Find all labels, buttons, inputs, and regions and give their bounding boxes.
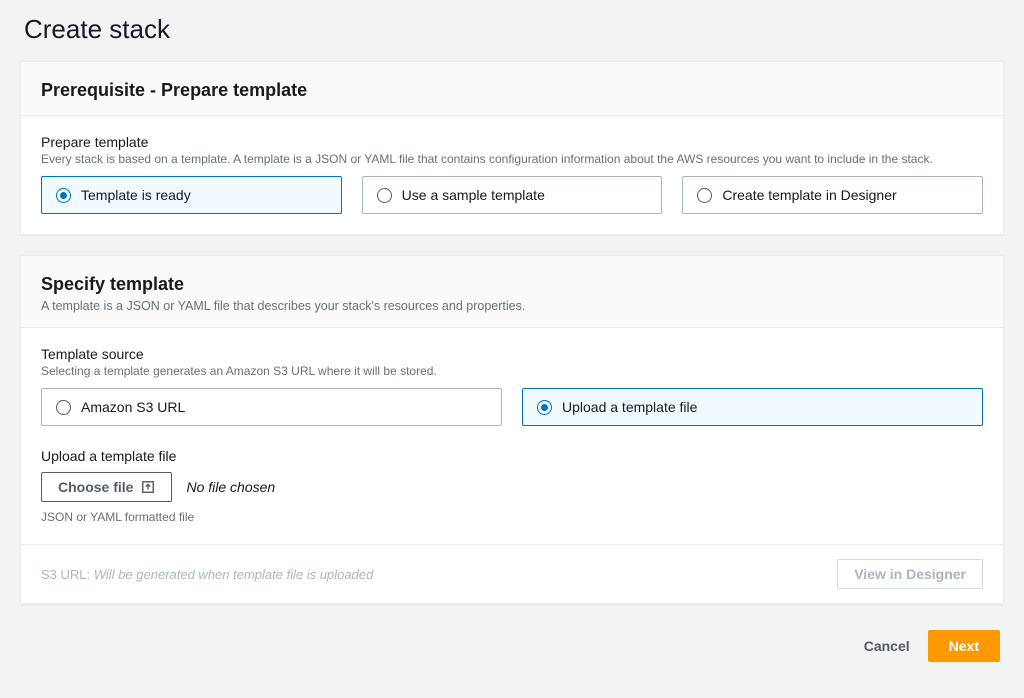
page-actions: Cancel Next: [20, 624, 1004, 662]
radio-icon: [697, 188, 712, 203]
upload-icon: [141, 480, 155, 494]
view-in-designer-button[interactable]: View in Designer: [837, 559, 983, 589]
specify-template-heading: Specify template: [41, 274, 983, 295]
upload-section: Upload a template file Choose file No fi…: [41, 448, 983, 524]
radio-icon: [56, 400, 71, 415]
file-format-hint: JSON or YAML formatted file: [41, 510, 983, 524]
choose-file-button[interactable]: Choose file: [41, 472, 172, 502]
option-template-ready-label: Template is ready: [81, 187, 191, 203]
template-source-options: Amazon S3 URL Upload a template file: [41, 388, 983, 426]
specify-template-body: Template source Selecting a template gen…: [21, 328, 1003, 544]
prerequisite-heading: Prerequisite - Prepare template: [41, 80, 983, 101]
specify-template-desc: A template is a JSON or YAML file that d…: [41, 299, 983, 313]
option-upload-template-file[interactable]: Upload a template file: [522, 388, 983, 426]
prerequisite-panel: Prerequisite - Prepare template Prepare …: [20, 61, 1004, 235]
s3-url-label: S3 URL:: [41, 567, 90, 582]
option-use-sample-label: Use a sample template: [402, 187, 545, 203]
s3-url-line: S3 URL: Will be generated when template …: [41, 567, 373, 582]
specify-template-header: Specify template A template is a JSON or…: [21, 256, 1003, 328]
option-amazon-s3-url-label: Amazon S3 URL: [81, 399, 185, 415]
no-file-chosen: No file chosen: [186, 479, 275, 495]
prepare-template-desc: Every stack is based on a template. A te…: [41, 152, 983, 166]
next-button[interactable]: Next: [928, 630, 1000, 662]
radio-icon: [537, 400, 552, 415]
option-create-designer[interactable]: Create template in Designer: [682, 176, 983, 214]
upload-template-file-label: Upload a template file: [41, 448, 983, 464]
s3-url-value: Will be generated when template file is …: [94, 567, 374, 582]
prepare-template-options: Template is ready Use a sample template …: [41, 176, 983, 214]
cancel-button[interactable]: Cancel: [864, 638, 910, 654]
prerequisite-body: Prepare template Every stack is based on…: [21, 116, 1003, 234]
choose-file-label: Choose file: [58, 479, 133, 495]
prepare-template-label: Prepare template: [41, 134, 983, 150]
option-create-designer-label: Create template in Designer: [722, 187, 896, 203]
template-source-label: Template source: [41, 346, 983, 362]
radio-icon: [377, 188, 392, 203]
radio-icon: [56, 188, 71, 203]
option-use-sample[interactable]: Use a sample template: [362, 176, 663, 214]
specify-template-footer: S3 URL: Will be generated when template …: [21, 544, 1003, 603]
template-source-desc: Selecting a template generates an Amazon…: [41, 364, 983, 378]
option-amazon-s3-url[interactable]: Amazon S3 URL: [41, 388, 502, 426]
page-title: Create stack: [24, 14, 1004, 45]
prerequisite-header: Prerequisite - Prepare template: [21, 62, 1003, 116]
specify-template-panel: Specify template A template is a JSON or…: [20, 255, 1004, 604]
option-template-ready[interactable]: Template is ready: [41, 176, 342, 214]
option-upload-template-file-label: Upload a template file: [562, 399, 697, 415]
